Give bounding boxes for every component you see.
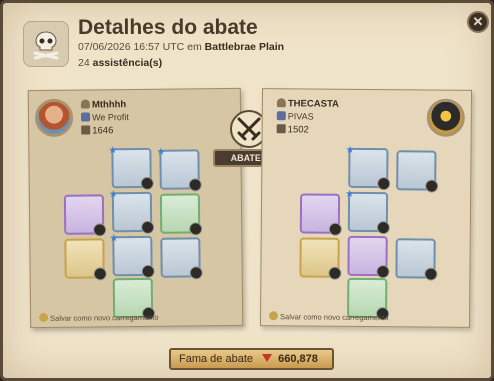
quality-icon <box>328 266 342 280</box>
quality-icon <box>141 220 155 234</box>
quality-icon <box>188 178 202 192</box>
killer-avatar[interactable] <box>34 98 74 138</box>
victim-save-loadout-link[interactable]: Salvar como novo carregamento <box>269 311 388 322</box>
page-title: Detalhes do abate <box>78 16 258 39</box>
victim-shoes-slot[interactable] <box>347 235 390 279</box>
player-icon <box>276 98 286 108</box>
victim-avatar[interactable] <box>426 98 465 137</box>
killer-mainhand-slot[interactable] <box>63 194 107 237</box>
killer-head-slot[interactable]: ★ <box>108 145 154 190</box>
assists-label: assistência(s) <box>92 57 163 69</box>
victim-name: THECASTA <box>287 98 339 110</box>
item-power-icon <box>276 124 286 134</box>
killer-cape-slot[interactable]: ★ <box>156 146 202 192</box>
killer-guild: We Profit <box>91 112 129 123</box>
quality-icon <box>377 177 391 191</box>
guild-icon <box>276 111 286 121</box>
victim-ip: 1502 <box>287 124 309 136</box>
killer-ip: 1646 <box>92 125 114 137</box>
killer-save-label: Salvar como novo carregamento <box>50 312 159 323</box>
quality-icon <box>376 265 390 279</box>
victim-food-slot[interactable] <box>395 238 438 281</box>
kill-datetime: 07/06/2026 16:57 UTC em <box>78 41 202 53</box>
player-icon <box>80 99 90 109</box>
killer-name: Mthhhh <box>91 99 127 111</box>
victim-panel: THECASTA PIVAS 1502 ★ ★ Salvar como novo… <box>259 88 473 328</box>
item-power-icon <box>81 125 91 135</box>
kill-fame-bar: Fama de abate 660,878 <box>169 348 334 370</box>
kill-datetime-location: 07/06/2026 16:57 UTC em Battlebrae Plain <box>78 41 284 53</box>
victim-offhand-slot <box>396 194 436 234</box>
star-icon: ★ <box>345 188 355 200</box>
quality-icon <box>424 267 438 281</box>
victim-cape-slot[interactable] <box>396 150 439 193</box>
close-icon: ✕ <box>472 14 484 29</box>
killer-bag-slot <box>63 150 103 190</box>
guild-icon <box>80 112 91 122</box>
assists-line: 24 assistência(s) <box>78 57 162 69</box>
killer-shoes-slot[interactable]: ★ <box>109 233 155 278</box>
killer-save-loadout-link[interactable]: Salvar como novo carregamento <box>39 312 159 323</box>
star-icon: ★ <box>108 145 118 157</box>
star-icon: ★ <box>345 144 355 156</box>
star-icon: ★ <box>156 146 166 158</box>
quality-icon <box>140 176 154 190</box>
fame-icon <box>262 354 273 362</box>
quality-icon <box>189 266 203 280</box>
victim-guild: PIVAS <box>287 111 314 122</box>
killer-name-row: Mthhhh <box>80 99 127 111</box>
victim-name-row: THECASTA <box>276 98 339 110</box>
kill-fame-value: 660,878 <box>278 353 318 365</box>
close-button[interactable]: ✕ <box>467 11 489 33</box>
victim-guild-row: PIVAS <box>276 111 314 122</box>
star-icon: ★ <box>108 189 118 201</box>
loadout-icon <box>269 311 279 321</box>
quality-icon <box>93 223 107 237</box>
killer-offhand-slot[interactable] <box>159 193 203 236</box>
killer-guild-row: We Profit <box>80 112 129 123</box>
kill-fame-label: Fama de abate <box>179 353 253 365</box>
skull-crossbones-icon <box>23 21 69 67</box>
killer-food-slot[interactable] <box>160 237 203 280</box>
killer-panel: Mthhhh We Profit 1646 ★ ★ ★ ★ Salvar com… <box>27 87 244 329</box>
victim-ip-row: 1502 <box>276 124 309 136</box>
killer-potion-slot[interactable] <box>64 238 107 281</box>
victim-bag-slot <box>300 149 340 189</box>
quality-icon <box>93 267 107 281</box>
victim-potion-slot[interactable] <box>299 237 342 280</box>
victim-save-label: Salvar como novo carregamento <box>280 312 389 323</box>
victim-mainhand-slot[interactable] <box>299 193 342 236</box>
quality-icon <box>189 222 203 236</box>
quality-icon <box>141 264 155 278</box>
kill-location: Battlebrae Plain <box>204 41 285 53</box>
killer-armor-slot[interactable]: ★ <box>108 189 155 234</box>
star-icon: ★ <box>109 233 119 245</box>
loadout-icon <box>39 312 49 323</box>
assists-count: 24 <box>78 57 90 69</box>
kill-details-window: Detalhes do abate 07/06/2026 16:57 UTC e… <box>0 0 494 381</box>
victim-head-slot[interactable]: ★ <box>345 144 391 191</box>
victim-armor-slot[interactable]: ★ <box>345 188 390 235</box>
quality-icon <box>328 222 342 236</box>
quality-icon <box>376 221 390 235</box>
killer-ip-row: 1646 <box>81 125 113 136</box>
quality-icon <box>425 179 439 193</box>
